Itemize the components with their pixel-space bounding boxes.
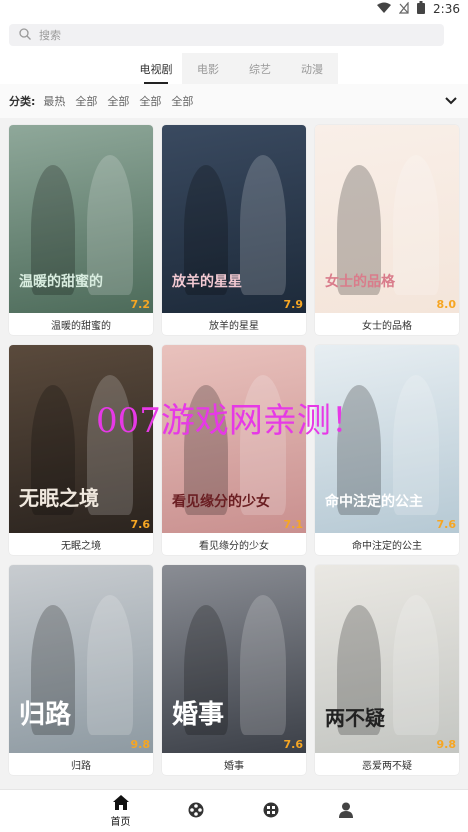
poster-figure <box>393 595 439 735</box>
poster-title-art: 看见缘分的少女 <box>172 494 270 510</box>
poster-title-art: 温暖的甜蜜的 <box>19 274 103 290</box>
rating-score: 7.6 <box>283 738 304 751</box>
category-tabs: 电视剧 电影 综艺 动漫 <box>130 53 338 84</box>
drama-card[interactable]: 温暖的甜蜜的 7.2 温暖的甜蜜的 <box>9 125 153 335</box>
filter-bar: 分类: 最热 全部 全部 全部 全部 <box>0 84 468 118</box>
filter-option-all[interactable]: 全部 <box>107 93 129 109</box>
drama-title: 婚事 <box>224 760 244 772</box>
rating-score: 9.8 <box>436 738 457 751</box>
no-signal-icon <box>398 0 409 17</box>
poster-image: 放羊的星星 7.9 <box>162 125 306 313</box>
grid-icon <box>263 802 279 821</box>
search-icon <box>19 27 31 43</box>
poster-image: 看见缘分的少女 7.1 <box>162 345 306 533</box>
poster-title-art: 女士的品格 <box>325 274 395 290</box>
drama-title: 女士的品格 <box>362 320 412 332</box>
drama-card[interactable]: 女士的品格 8.0 女士的品格 <box>315 125 459 335</box>
filter-option-all[interactable]: 全部 <box>171 93 193 109</box>
filter-option-all[interactable]: 全部 <box>139 93 161 109</box>
drama-title: 无眠之境 <box>61 540 101 552</box>
rating-score: 7.1 <box>283 518 304 531</box>
user-icon <box>338 802 353 821</box>
poster-image: 无眠之境 7.6 <box>9 345 153 533</box>
poster-image: 归路 9.8 <box>9 565 153 753</box>
poster-figure <box>240 595 286 735</box>
battery-icon <box>417 1 426 17</box>
drama-card[interactable]: 两不疑 9.8 恶爱两不疑 <box>315 565 459 775</box>
poster-title-art: 两不疑 <box>325 706 385 730</box>
drama-grid: 温暖的甜蜜的 7.2 温暖的甜蜜的 放羊的星星 7.9 放羊的星星 女士的品格 8.0 女士的品… <box>0 118 468 789</box>
drama-title: 恶爱两不疑 <box>362 760 412 772</box>
poster-figure <box>240 155 286 295</box>
drama-card[interactable]: 归路 9.8 归路 <box>9 565 153 775</box>
rating-score: 8.0 <box>436 298 457 311</box>
wifi-icon <box>377 2 392 16</box>
rating-score: 7.9 <box>283 298 304 311</box>
poster-title-art: 归路 <box>19 700 72 730</box>
chevron-down-icon[interactable] <box>444 93 458 110</box>
rating-score: 7.6 <box>436 518 457 531</box>
drama-title: 温暖的甜蜜的 <box>51 320 111 332</box>
drama-title: 归路 <box>71 760 91 772</box>
poster-figure <box>393 155 439 295</box>
poster-image: 婚事 7.6 <box>162 565 306 753</box>
status-bar: 2:36 <box>0 0 468 18</box>
tab-anime[interactable]: 动漫 <box>286 53 338 84</box>
drama-card[interactable]: 看见缘分的少女 7.1 看见缘分的少女 <box>162 345 306 555</box>
poster-image: 温暖的甜蜜的 7.2 <box>9 125 153 313</box>
header: 搜索 电视剧 电影 综艺 动漫 <box>0 18 468 84</box>
drama-title: 命中注定的公主 <box>352 540 422 552</box>
drama-card[interactable]: 婚事 7.6 婚事 <box>162 565 306 775</box>
filter-option-all[interactable]: 全部 <box>75 93 97 109</box>
nav-movies[interactable] <box>158 790 233 832</box>
rating-score: 7.6 <box>130 518 151 531</box>
drama-title: 放羊的星星 <box>209 320 259 332</box>
poster-title-art: 放羊的星星 <box>172 274 242 290</box>
drama-card[interactable]: 无眠之境 7.6 无眠之境 <box>9 345 153 555</box>
drama-card[interactable]: 放羊的星星 7.9 放羊的星星 <box>162 125 306 335</box>
nav-category[interactable] <box>233 790 308 832</box>
poster-title-art: 婚事 <box>172 700 225 730</box>
tab-variety[interactable]: 综艺 <box>234 53 286 84</box>
rating-score: 7.2 <box>130 298 151 311</box>
rating-score: 9.8 <box>130 738 151 751</box>
nav-home-label: 首页 <box>110 816 131 828</box>
nav-home[interactable]: 首页 <box>83 790 158 832</box>
poster-image: 命中注定的公主 7.6 <box>315 345 459 533</box>
tab-movies[interactable]: 电影 <box>182 53 234 84</box>
poster-title-art: 无眠之境 <box>19 486 99 510</box>
search-placeholder: 搜索 <box>39 29 61 42</box>
poster-title-art: 命中注定的公主 <box>325 494 423 510</box>
status-time: 2:36 <box>433 2 460 16</box>
bottom-nav: 首页 <box>0 789 468 832</box>
filter-option-hottest[interactable]: 最热 <box>43 93 65 109</box>
filter-label: 分类: <box>9 95 36 108</box>
poster-image: 女士的品格 8.0 <box>315 125 459 313</box>
home-icon <box>112 794 129 813</box>
poster-figure <box>87 595 133 735</box>
film-reel-icon <box>188 802 204 821</box>
drama-title: 看见缘分的少女 <box>199 540 269 552</box>
tab-tv-series[interactable]: 电视剧 <box>130 53 182 84</box>
nav-profile[interactable] <box>308 790 383 832</box>
poster-image: 两不疑 9.8 <box>315 565 459 753</box>
search-input[interactable]: 搜索 <box>9 24 444 46</box>
drama-card[interactable]: 命中注定的公主 7.6 命中注定的公主 <box>315 345 459 555</box>
